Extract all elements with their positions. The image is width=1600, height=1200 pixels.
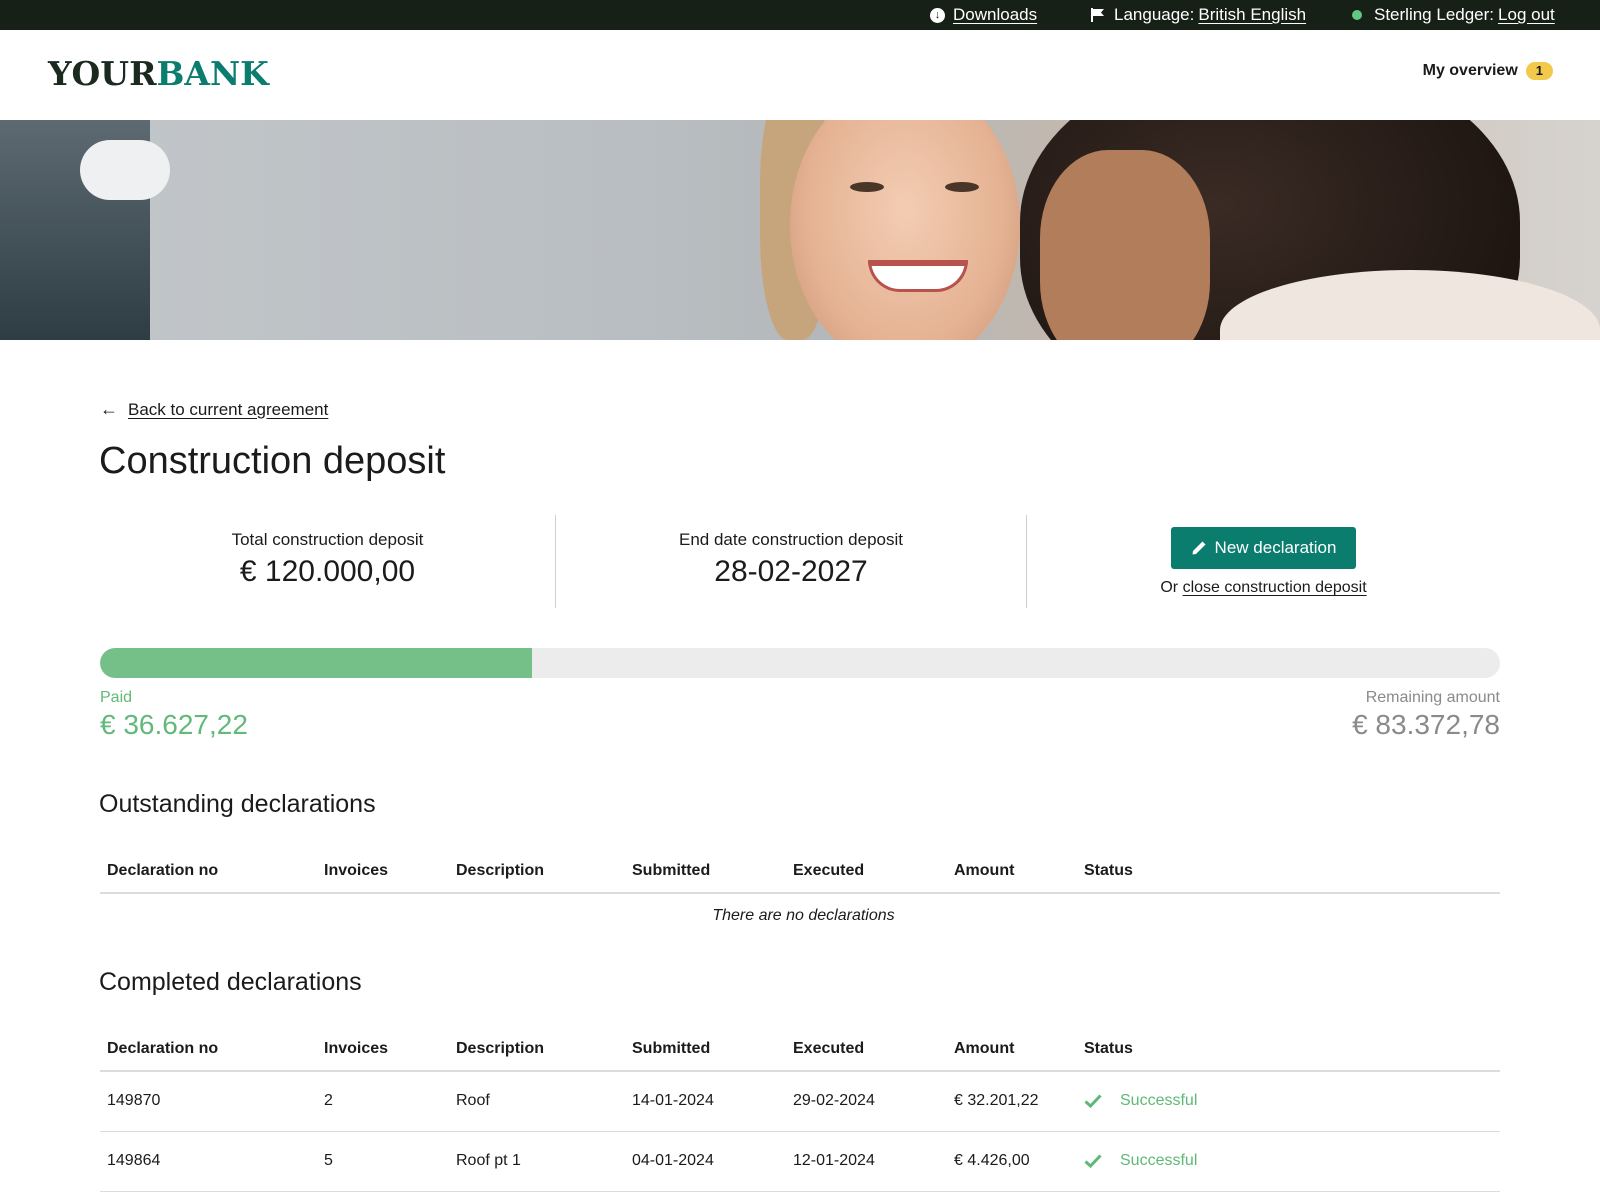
end-date-label: End date construction deposit <box>679 530 903 549</box>
remaining-amount: € 83.372,78 <box>1352 709 1500 740</box>
col-amount: Amount <box>947 1027 1077 1072</box>
col-description: Description <box>449 849 625 894</box>
table-row[interactable]: 149864 5 Roof pt 1 04-01-2024 12-01-2024… <box>100 1131 1500 1192</box>
col-executed: Executed <box>786 849 947 894</box>
status-success: Successful <box>1084 1152 1500 1170</box>
hero-person-face <box>1040 150 1210 340</box>
cell-description: Roof pt 1 <box>449 1131 625 1192</box>
cell-declaration-no: 149864 <box>100 1131 317 1192</box>
language-label: Language: <box>1114 5 1195 24</box>
cell-amount: € 32.201,22 <box>947 1071 1077 1132</box>
cell-declaration-no: 149870 <box>100 1071 317 1132</box>
col-declaration-no: Declaration no <box>100 1027 317 1072</box>
my-overview-link[interactable]: My overview 1 <box>1423 62 1553 80</box>
downloads-link[interactable]: ↓ Downloads <box>930 0 1037 30</box>
cell-description: Roof <box>449 1071 625 1132</box>
cell-status: Successful <box>1077 1131 1500 1192</box>
hero-image <box>0 120 1600 340</box>
table-row[interactable]: 149870 2 Roof 14-01-2024 29-02-2024 € 32… <box>100 1071 1500 1132</box>
outstanding-title: Outstanding declarations <box>99 790 376 818</box>
total-deposit-block: Total construction deposit € 120.000,00 <box>100 515 555 608</box>
check-icon <box>1084 1154 1102 1168</box>
payment-progress-bar <box>100 648 1500 678</box>
logo-part-2: BANK <box>156 54 269 93</box>
or-text: Or <box>1160 579 1179 596</box>
empty-message: There are no declarations <box>712 906 895 924</box>
download-icon: ↓ <box>930 7 945 23</box>
remaining-label: Remaining amount <box>1365 689 1500 706</box>
col-status: Status <box>1077 1027 1500 1072</box>
cell-executed: 29-02-2024 <box>786 1071 947 1132</box>
remaining-block: Remaining amount € 83.372,78 <box>1352 689 1500 741</box>
end-date-value: 28-02-2027 <box>714 555 868 588</box>
hero-bg-light <box>80 140 170 200</box>
arrow-left-icon: ← <box>100 399 118 419</box>
status-dot-icon <box>1352 10 1362 20</box>
new-declaration-label: New declaration <box>1214 538 1337 557</box>
hero-eye-right <box>945 182 979 192</box>
outstanding-table: Declaration no Invoices Description Subm… <box>100 849 1500 937</box>
col-amount: Amount <box>947 849 1077 894</box>
col-declaration-no: Declaration no <box>100 849 317 894</box>
paid-label: Paid <box>100 689 133 706</box>
cell-submitted: 04-01-2024 <box>625 1131 786 1192</box>
downloads-label[interactable]: Downloads <box>953 5 1037 25</box>
logo-part-1: YOUR <box>48 54 157 93</box>
cell-submitted: 14-01-2024 <box>625 1071 786 1132</box>
hero-face <box>790 120 1020 340</box>
bank-logo[interactable]: YOURBANK <box>48 54 269 93</box>
close-deposit-line: Or close construction deposit <box>1027 579 1500 597</box>
completed-table: Declaration no Invoices Description Subm… <box>100 1027 1500 1192</box>
col-executed: Executed <box>786 1027 947 1072</box>
site-header: YOURBANK My overview 1 <box>0 30 1600 120</box>
paid-block: Paid € 36.627,22 <box>100 689 248 741</box>
total-deposit-label: Total construction deposit <box>231 530 424 549</box>
back-link-label[interactable]: Back to current agreement <box>128 400 328 420</box>
back-link[interactable]: ← Back to current agreement <box>100 399 328 420</box>
outstanding-header-row: Declaration no Invoices Description Subm… <box>100 849 1500 894</box>
cell-amount: € 4.426,00 <box>947 1131 1077 1192</box>
col-invoices: Invoices <box>317 849 449 894</box>
col-invoices: Invoices <box>317 1027 449 1072</box>
paid-amount: € 36.627,22 <box>100 709 248 740</box>
account-name: Sterling Ledger: <box>1374 5 1495 24</box>
total-deposit-value: € 120.000,00 <box>239 555 416 588</box>
language-value-link[interactable]: British English <box>1198 5 1306 25</box>
top-utility-bar: ↓ Downloads Language: British English St… <box>0 0 1600 30</box>
cell-invoices: 5 <box>317 1131 449 1192</box>
flag-icon <box>1091 8 1104 22</box>
pencil-icon <box>1192 541 1206 555</box>
language-selector[interactable]: Language: British English <box>1090 0 1306 30</box>
col-status: Status <box>1077 849 1500 894</box>
overview-label: My overview <box>1422 62 1518 79</box>
new-declaration-button[interactable]: New declaration <box>1170 527 1357 569</box>
notification-badge: 1 <box>1525 62 1553 80</box>
deposit-summary: Total construction deposit € 120.000,00 … <box>100 515 1500 608</box>
cell-status: Successful <box>1077 1071 1500 1132</box>
account-status: Sterling Ledger: Log out <box>1352 0 1555 30</box>
page-title: Construction deposit <box>99 440 446 482</box>
col-description: Description <box>449 1027 625 1072</box>
completed-header-row: Declaration no Invoices Description Subm… <box>100 1027 1500 1072</box>
col-submitted: Submitted <box>625 849 786 894</box>
cell-executed: 12-01-2024 <box>786 1131 947 1192</box>
col-submitted: Submitted <box>625 1027 786 1072</box>
cell-invoices: 2 <box>317 1071 449 1132</box>
status-label: Successful <box>1120 1152 1198 1169</box>
payment-progress-fill <box>100 648 533 678</box>
close-deposit-link[interactable]: close construction deposit <box>1183 579 1367 596</box>
empty-row: There are no declarations <box>100 893 1500 937</box>
status-label: Successful <box>1120 1092 1198 1110</box>
check-icon <box>1084 1094 1102 1109</box>
end-date-block: End date construction deposit 28-02-2027 <box>555 515 1027 608</box>
logout-link[interactable]: Log out <box>1498 5 1555 25</box>
status-success: Successful <box>1084 1092 1500 1110</box>
actions-block: New declaration Or close construction de… <box>1027 515 1500 608</box>
hero-eye-left <box>850 182 884 192</box>
completed-title: Completed declarations <box>99 968 362 996</box>
